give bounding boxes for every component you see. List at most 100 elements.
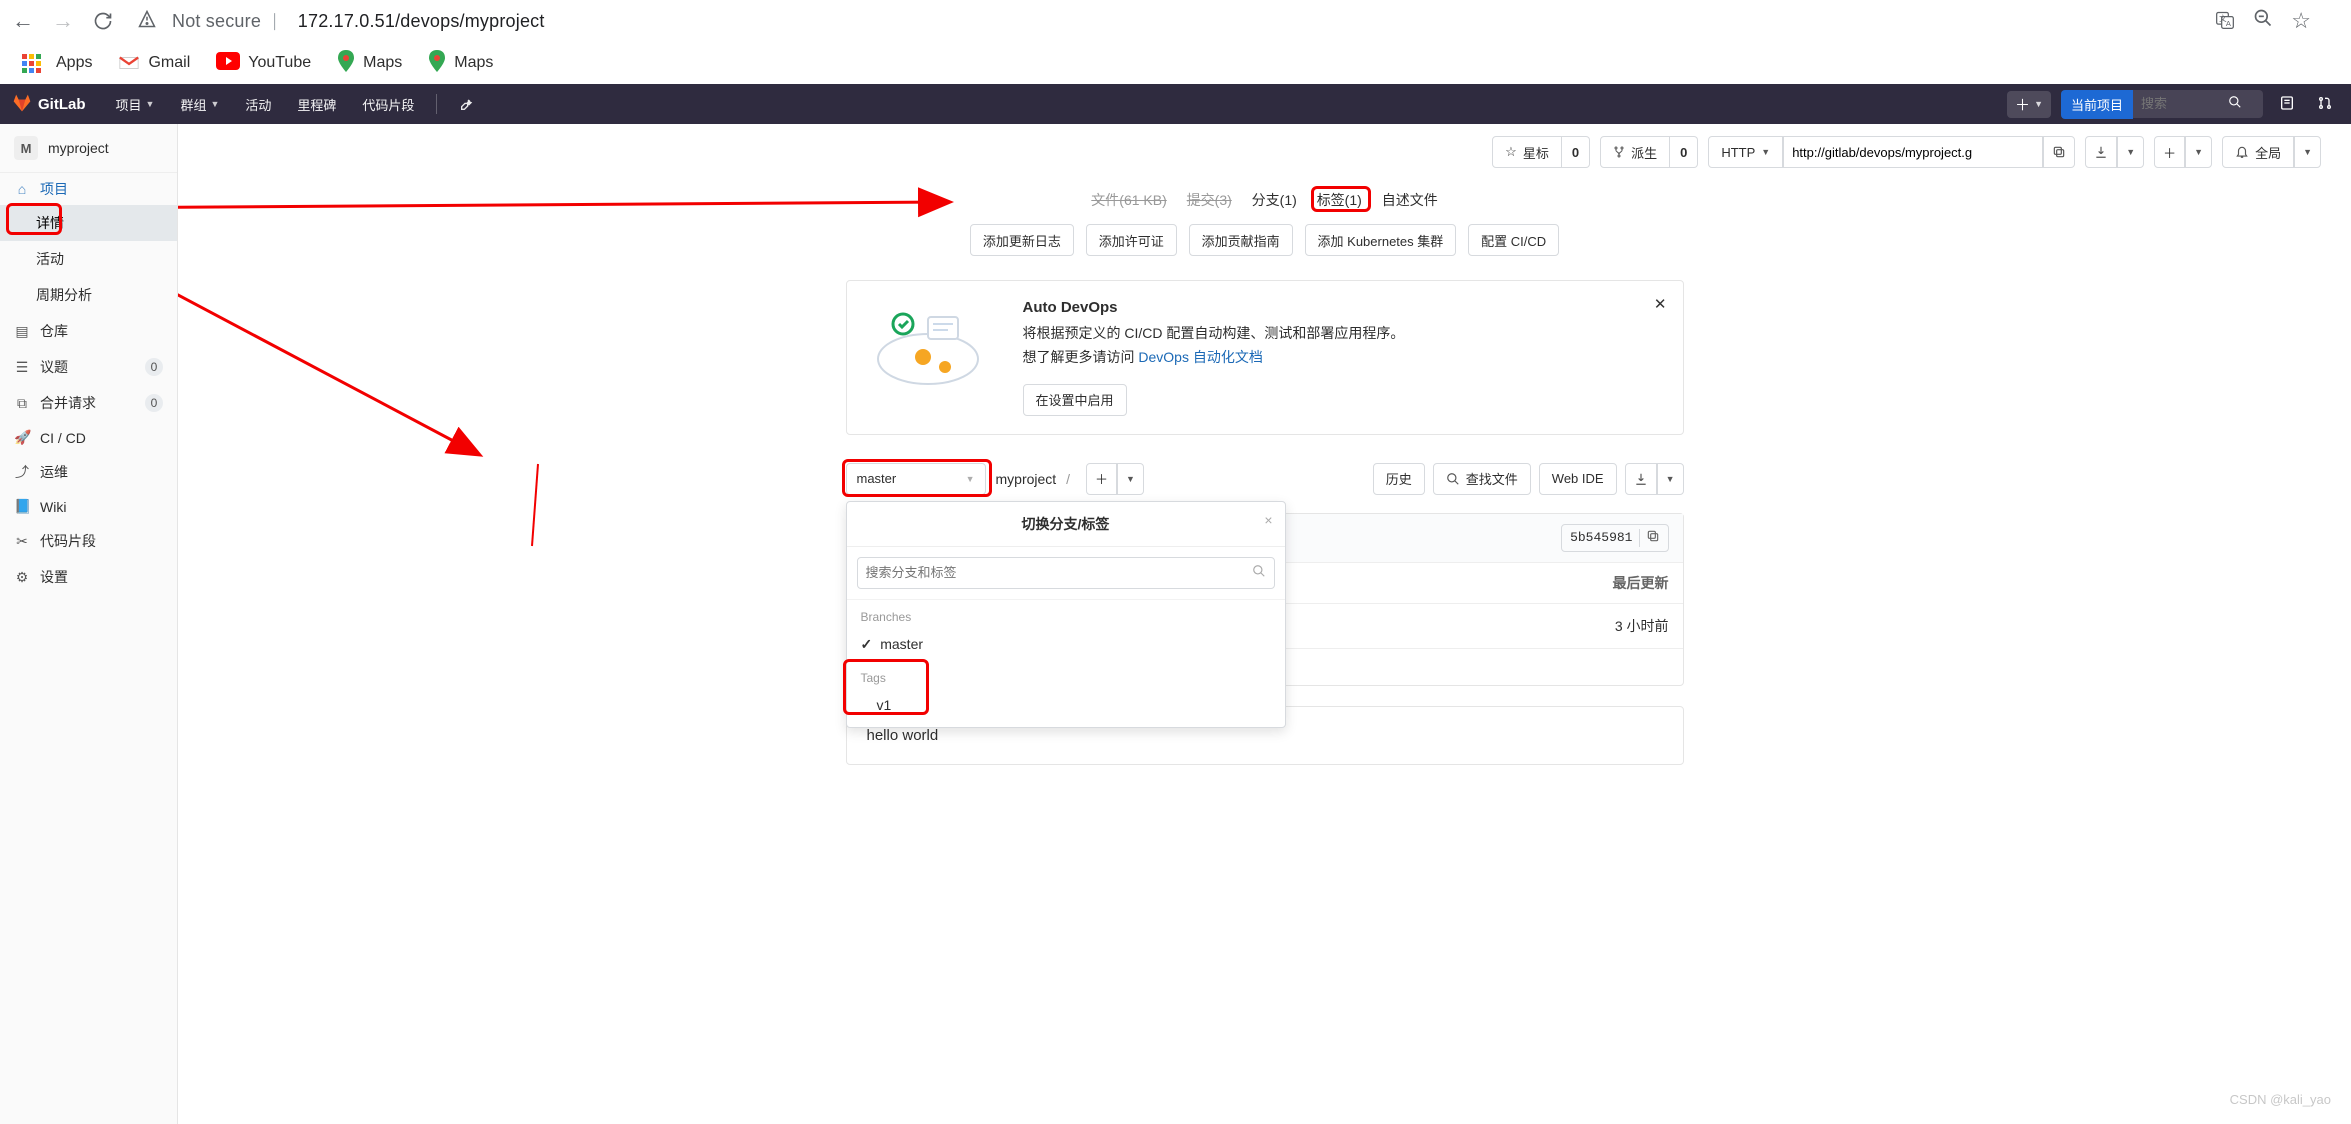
fork-button[interactable]: 派生	[1600, 136, 1670, 168]
svg-text:A: A	[2226, 18, 2231, 27]
sidebar-activity[interactable]: 活动	[0, 241, 177, 277]
repo-icon: ▤	[14, 323, 30, 340]
bookmark-apps[interactable]: Apps	[12, 50, 102, 76]
copy-icon[interactable]	[1639, 529, 1660, 547]
gitlab-logo-icon[interactable]	[12, 93, 32, 116]
browser-forward-button[interactable]: →	[50, 8, 76, 34]
notification-dropdown[interactable]: ▼	[2294, 136, 2321, 168]
sidebar-mr[interactable]: ⧉合并请求 0	[0, 385, 177, 421]
issues-icon: ☰	[14, 359, 30, 376]
nav-activity[interactable]: 活动	[233, 84, 283, 124]
auto-devops-banner: ✕ Auto DevOps 将根据预定义的 CI/CD 配置自动构建、测试和部署…	[846, 280, 1684, 435]
nav-issues-icon[interactable]	[2273, 95, 2301, 114]
clone-protocol[interactable]: HTTP ▼	[1708, 136, 1783, 168]
history-button[interactable]: 历史	[1373, 463, 1425, 495]
snippets-icon: ✂	[14, 533, 30, 550]
download-dropdown[interactable]: ▼	[2117, 136, 2144, 168]
sidebar-issues[interactable]: ☰议题 0	[0, 349, 177, 385]
nav-mr-icon[interactable]	[2311, 95, 2339, 114]
nav-search-scope[interactable]: 当前项目	[2061, 90, 2133, 119]
sidebar-cicd[interactable]: 🚀CI / CD	[0, 421, 177, 454]
stat-branches[interactable]: 分支(1)	[1252, 192, 1297, 208]
rocket-icon: 🚀	[14, 429, 30, 446]
download-dropdown-2[interactable]: ▼	[1657, 463, 1684, 495]
stat-readme[interactable]: 自述文件	[1382, 192, 1438, 208]
search-icon	[1252, 564, 1266, 581]
nav-search-input[interactable]	[2133, 96, 2228, 111]
sidebar-context[interactable]: M myproject	[0, 124, 177, 173]
bookmark-maps-2[interactable]: Maps	[418, 46, 503, 81]
bookmark-maps1-label: Maps	[363, 54, 402, 72]
sidebar-mr-badge: 0	[145, 394, 163, 412]
chip-license[interactable]: 添加许可证	[1086, 224, 1177, 256]
plus-button[interactable]: ＋	[2154, 136, 2185, 168]
nav-new-dropdown[interactable]: ＋▼	[2007, 91, 2051, 118]
star-button[interactable]: ☆ 星标	[1492, 136, 1562, 168]
tree-plus-button[interactable]: ＋	[1086, 463, 1117, 495]
watermark: CSDN @kali_yao	[2230, 1092, 2331, 1107]
sidebar-project-name: myproject	[48, 140, 109, 156]
sidebar-wiki[interactable]: 📘Wiki	[0, 490, 177, 523]
chip-contrib[interactable]: 添加贡献指南	[1189, 224, 1293, 256]
webide-button[interactable]: Web IDE	[1539, 463, 1617, 495]
autodev-desc2a: 想了解更多请访问	[1023, 349, 1135, 365]
tree-plus-dropdown[interactable]: ▼	[1117, 463, 1144, 495]
dropdown-branch-master[interactable]: ✓ master	[847, 628, 1285, 661]
bookmark-youtube[interactable]: YouTube	[206, 48, 321, 79]
dropdown-tags-label: Tags	[847, 661, 1285, 689]
omnibox[interactable]: Not secure │ 172.17.0.51/devops/myprojec…	[130, 5, 2201, 37]
sidebar-details[interactable]: 详情	[0, 205, 177, 241]
notification-button[interactable]: 全局	[2222, 136, 2294, 168]
close-icon[interactable]: ×	[1264, 512, 1272, 528]
sidebar-cycle[interactable]: 周期分析	[0, 277, 177, 313]
sidebar-snippets[interactable]: ✂代码片段	[0, 523, 177, 559]
plus-dropdown[interactable]: ▼	[2185, 136, 2212, 168]
nav-groups[interactable]: 群组▼	[168, 84, 231, 124]
close-icon[interactable]: ✕	[1654, 295, 1667, 313]
chip-changelog[interactable]: 添加更新日志	[970, 224, 1074, 256]
stat-tags[interactable]: 标签(1)	[1317, 192, 1366, 208]
nav-divider	[436, 94, 437, 114]
zoom-icon[interactable]	[2253, 8, 2273, 34]
browser-reload-button[interactable]	[90, 8, 116, 34]
sidebar-section-project[interactable]: ⌂ 项目	[0, 173, 177, 205]
browser-back-button[interactable]: ←	[10, 8, 36, 34]
crumb-root[interactable]: myproject	[996, 471, 1057, 487]
nav-search[interactable]	[2133, 90, 2263, 118]
branch-dropdown-panel: 切换分支/标签 × Branches ✓ master	[846, 501, 1286, 728]
mr-icon: ⧉	[14, 395, 30, 412]
sidebar-ops[interactable]: ⤴运维	[0, 454, 177, 490]
search-icon	[1446, 472, 1460, 486]
gear-icon: ⚙	[14, 569, 30, 586]
chip-k8s[interactable]: 添加 Kubernetes 集群	[1305, 224, 1457, 256]
nav-milestones[interactable]: 里程碑	[285, 84, 348, 124]
clone-url-field[interactable]	[1783, 136, 2043, 168]
chip-cicd[interactable]: 配置 CI/CD	[1468, 224, 1559, 256]
gitlab-brand[interactable]: GitLab	[38, 96, 86, 113]
autodev-enable-button[interactable]: 在设置中启用	[1023, 384, 1127, 416]
dropdown-tag-v1[interactable]: v1	[847, 689, 1285, 721]
nav-projects[interactable]: 项目▼	[104, 84, 167, 124]
nav-snippets[interactable]: 代码片段	[350, 84, 426, 124]
translate-icon[interactable]: 文A	[2215, 10, 2235, 33]
branch-selector[interactable]: master ▼	[846, 463, 986, 495]
check-icon: ✓	[861, 636, 873, 653]
copy-url-button[interactable]	[2043, 136, 2075, 168]
sidebar-settings[interactable]: ⚙设置	[0, 559, 177, 595]
dropdown-search-input[interactable]	[866, 565, 1252, 580]
stat-files[interactable]: 文件(61 KB)	[1091, 192, 1166, 208]
branch-selected-label: master	[857, 471, 897, 486]
stat-commits[interactable]: 提交(3)	[1187, 192, 1232, 208]
bookmark-star-icon[interactable]: ☆	[2291, 8, 2311, 34]
row-time: 3 小时前	[1615, 616, 1669, 636]
bookmark-gmail[interactable]: Gmail	[108, 48, 200, 78]
download-button[interactable]	[2085, 136, 2117, 168]
search-icon	[2228, 95, 2248, 112]
autodev-doc-link[interactable]: DevOps 自动化文档	[1138, 349, 1262, 365]
download-button-2[interactable]	[1625, 463, 1657, 495]
find-file-button[interactable]: 查找文件	[1433, 463, 1531, 495]
gmail-icon	[118, 52, 140, 74]
sidebar-repo[interactable]: ▤仓库	[0, 313, 177, 349]
bookmark-maps-1[interactable]: Maps	[327, 46, 412, 81]
nav-admin-icon[interactable]	[447, 84, 487, 124]
